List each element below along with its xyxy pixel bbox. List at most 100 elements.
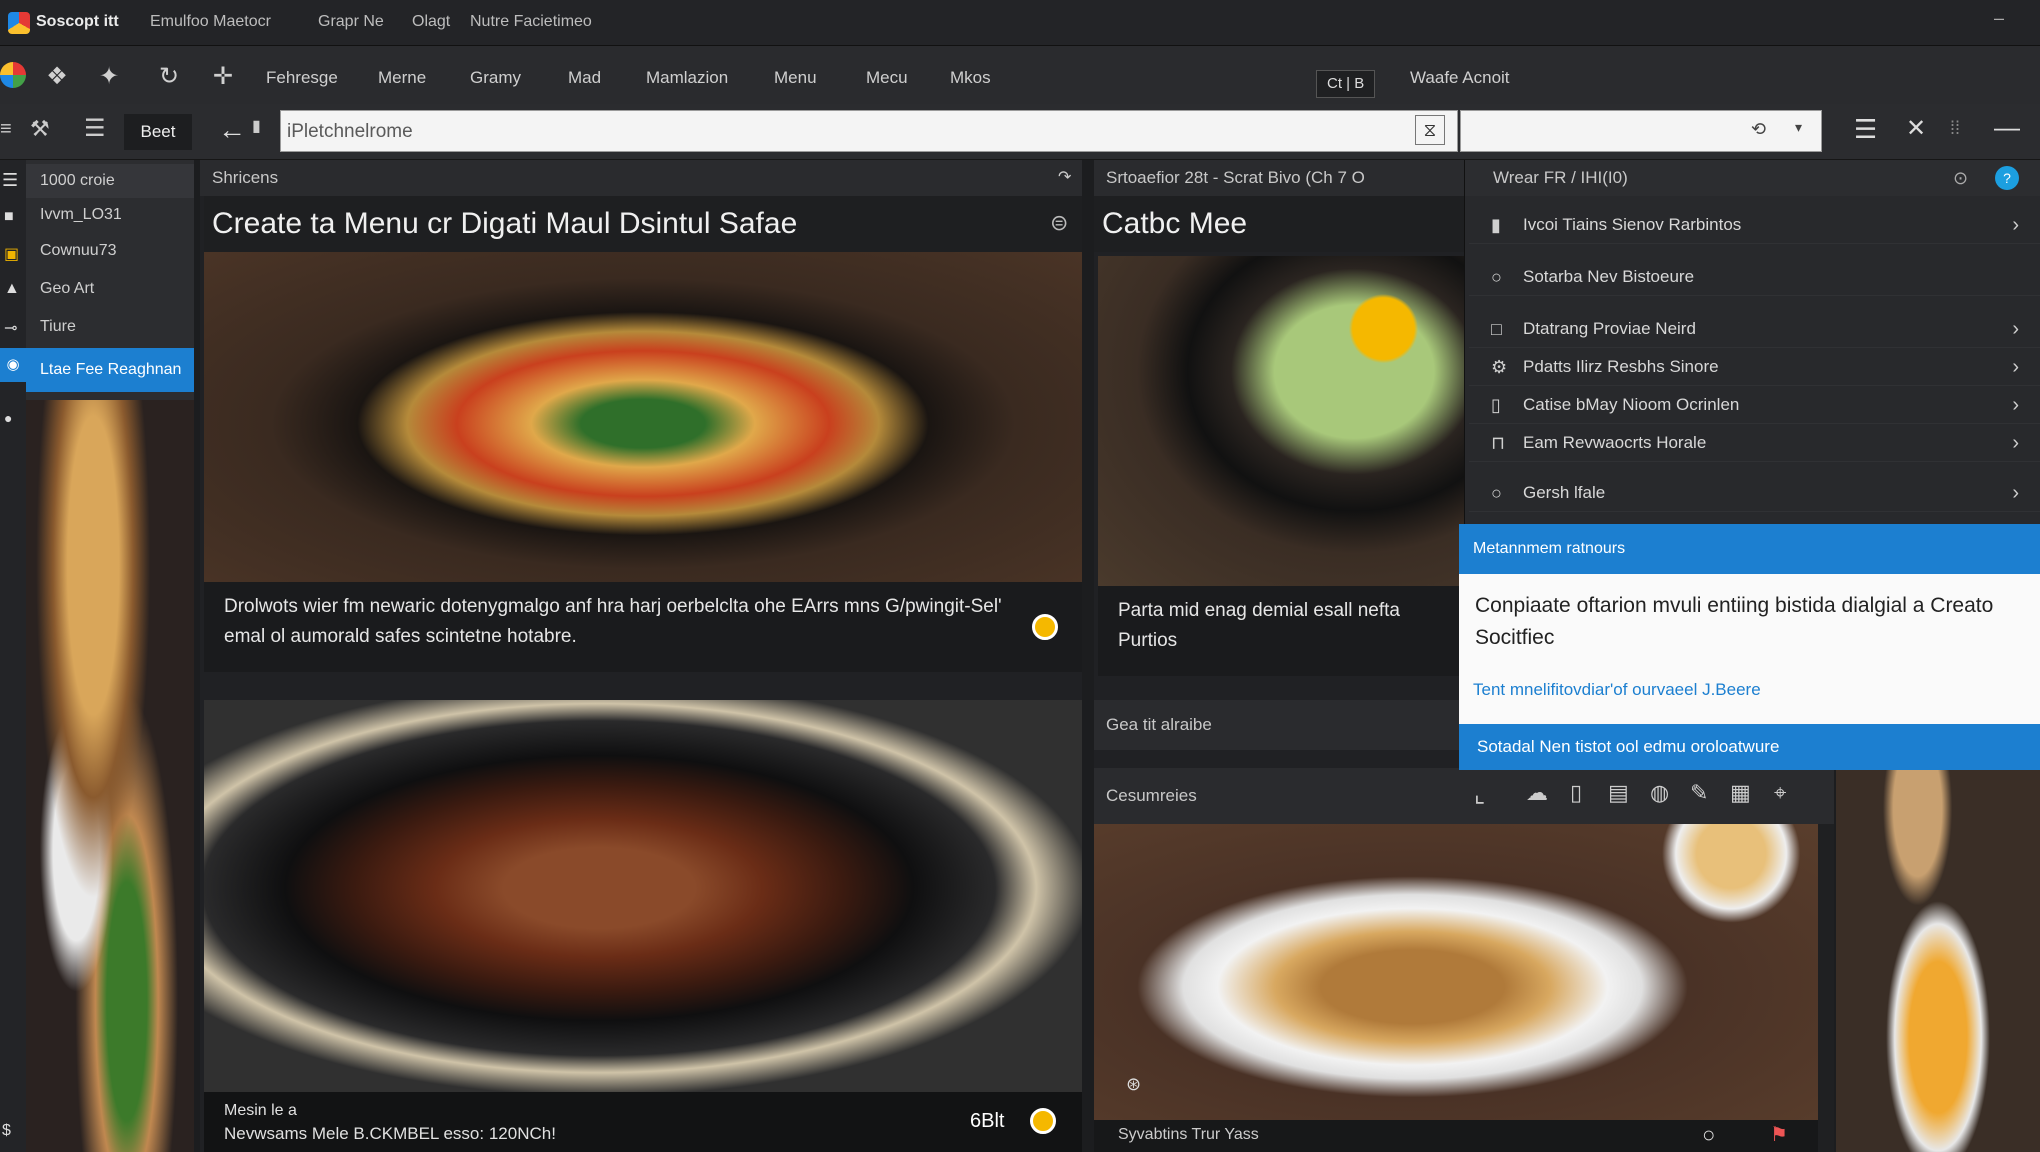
close-icon[interactable]: ✕ [1906,114,1926,143]
dropdown-item-1[interactable]: ▮ Ivcoi Tiains Sienov Rarbintos › [1469,206,2040,244]
tab-1[interactable]: Emulfoo Maetocr [150,13,271,31]
status-dot-icon[interactable] [1032,614,1058,640]
square-icon: □ [1491,319,1502,339]
menu-lines-icon[interactable]: ≡ [0,118,12,141]
rail-image-icon[interactable]: ▣ [4,244,19,264]
plus-icon[interactable]: ✛ [208,62,238,92]
menu-item-2[interactable]: Merne [378,68,426,88]
center-header: Srtoaefior 28t - Scrat Bivo (Ch 7 O [1094,160,1464,196]
cloud-icon[interactable]: ☁ [1526,780,1548,806]
menu-item-7[interactable]: Mecu [866,68,908,88]
sidebar-item-6-selected[interactable]: Ltae Fee Reaghnan [26,348,194,392]
secondary-search-input[interactable]: ⟲ ▾ [1460,110,1822,152]
filter-icon[interactable]: ⧖ [1415,115,1445,145]
collapse-icon[interactable]: — [1994,112,2020,143]
link-icon[interactable]: ⟲ [1751,119,1766,140]
minimize-icon[interactable]: – [1994,8,2004,29]
tag-icon[interactable]: ⌖ [1774,780,1786,806]
menu-item-3[interactable]: Gramy [470,68,521,88]
card-settings-icon[interactable]: ⊜ [1050,210,1068,236]
record-icon[interactable]: ○ [1702,1122,1715,1148]
recipe-card-1-title: Create ta Menu cr Digati Maul Dsintul Sa… [204,196,1082,252]
recipe-card-1[interactable]: Create ta Menu cr Digati Maul Dsintul Sa… [204,196,1082,672]
dropdown-item-2[interactable]: ○ Sotarba Nev Bistoeure [1469,258,2040,296]
image-icon[interactable]: ▦ [1730,780,1751,806]
tab-4[interactable]: Nutre Facietimeo [470,13,592,31]
rail-active-icon[interactable]: ◉ [0,348,26,382]
sidebar-food-photo [26,400,194,1152]
media-photo [1094,824,1818,1120]
dropdown-item-6-label: Eam Revwaocrts Horale [1523,433,1707,452]
dropdown-item-3[interactable]: □ Dtatrang Proviae Neird › [1469,310,2040,348]
figure-icon[interactable]: ✦ [94,62,124,92]
menu-item-8[interactable]: Mkos [950,68,991,88]
back-arrow-icon[interactable]: ← [218,114,246,146]
media-footer: Syvabtins Trur Yass ○ ⚑ [1094,1120,1818,1152]
recipe-card-1-photo [204,252,1082,582]
sidebar-item-4[interactable]: Geo Art [26,272,194,306]
selected-menu-item[interactable]: Sotadal Nen tistot ool edmu oroloatwure [1459,724,2040,770]
rail-user-icon[interactable]: ■ [4,208,14,226]
dropdown-arrow-icon[interactable]: ▾ [1795,119,1802,136]
media-settings-icon[interactable]: ⊛ [1126,1074,1141,1095]
dropdown-item-1-label: Ivcoi Tiains Sienov Rarbintos [1523,215,1742,234]
hamburger-icon[interactable]: ☰ [1854,114,1877,145]
list-icon[interactable]: ☰ [84,114,106,143]
rail-arrow-icon[interactable]: ⊸ [4,318,17,338]
page-icon[interactable]: ▯ [1570,780,1582,806]
doc-icon: ▮ [1491,215,1501,235]
address-bar[interactable]: iPletchnelrome ⧖ [280,110,1458,152]
dropdown-item-4[interactable]: ⚙ Pdatts Ilirz Resbhs Sinore › [1469,348,2040,386]
chevron-right-icon: › [2012,432,2019,454]
sidebar-item-5[interactable]: Tiure [26,310,194,344]
crop-icon[interactable]: ⌞ [1474,780,1485,809]
title-bar: Soscopt itt Emulfoo Maetocr Grapr Ne Ola… [0,0,2040,46]
rail-lines-icon[interactable]: ☰ [2,170,18,191]
menu-item-6[interactable]: Menu [774,68,817,88]
account-label[interactable]: Waafe Acnoit [1410,68,1510,88]
center-card-photo [1098,256,1464,586]
tab-3[interactable]: Olagt [412,13,450,31]
highlight-header[interactable]: Metannmem ratnours [1459,524,2040,574]
puzzle-icon[interactable]: ❖ [42,62,72,92]
tools-icon[interactable]: ⚒ [30,116,50,142]
recipe-card-2[interactable]: Mesin le a Nevwsams Mele B.CKMBEL esso: … [204,700,1082,1152]
pen-icon[interactable]: ✎ [1690,780,1708,806]
flag-icon[interactable]: ⚑ [1770,1122,1788,1147]
share-icon[interactable]: ↷ [1058,160,1071,196]
back-label-button[interactable]: Beet [124,114,192,150]
mini-toggle[interactable]: Ct | B [1316,70,1376,98]
sidebar-item-1[interactable]: 1000 croie [26,164,194,198]
chevron-right-icon: › [2012,394,2019,416]
dropdown-item-7[interactable]: ○ Gersh lfale › [1469,474,2040,512]
dropdown-item-5[interactable]: ▯ Catise bMay Nioom Ocrinlen › [1469,386,2040,424]
refresh-icon[interactable]: ↻ [154,62,184,92]
grid-icon[interactable]: ⁞⁞ [1950,118,1960,139]
tooltip-link[interactable]: Tent mnelifitovdiar'of ourvaeel J.Beere [1473,680,1761,700]
footer-line-2: Nevwsams Mele B.CKMBEL esso: 120NCh! [224,1124,556,1143]
sidebar-item-2[interactable]: Ivvm_LO31 [26,198,194,232]
media-panel-title: Cesumreies [1106,786,1197,805]
footer-status-dot-icon[interactable] [1030,1108,1056,1134]
rail-bottom-icon[interactable]: $ [2,1122,11,1140]
file-icon[interactable]: ▤ [1608,780,1629,806]
app-name: Soscopt itt [36,13,119,30]
address-input[interactable]: iPletchnelrome [287,121,413,143]
menu-item-1[interactable]: Fehresge [266,68,338,88]
menu-bar: ❖ ✦ ↻ ✛ Fehresge Merne Gramy Mad Mamlazi… [0,46,2040,104]
menu-item-4[interactable]: Mad [568,68,601,88]
color-wheel-icon[interactable] [0,62,26,88]
chevron-right-icon: › [2012,214,2019,236]
menu-item-5[interactable]: Mamlazion [646,68,728,88]
chevron-right-icon: › [2012,482,2019,504]
help-icon[interactable]: ? [1995,166,2019,190]
sidebar-item-3[interactable]: Cownuu73 [26,234,194,268]
bookmark-icon[interactable]: ▮ [252,116,261,136]
drop-icon[interactable]: ◍ [1650,780,1669,806]
rail-lock-icon[interactable]: ▲ [4,280,20,298]
rail-dot-icon[interactable]: ● [4,410,12,426]
dropdown-settings-icon[interactable]: ⊙ [1953,160,1968,196]
dropdown-item-6[interactable]: ⊓ Eam Revwaocrts Horale › [1469,424,2040,462]
media-footer-label: Syvabtins Trur Yass [1118,1126,1259,1143]
tab-2[interactable]: Grapr Ne [318,13,384,31]
